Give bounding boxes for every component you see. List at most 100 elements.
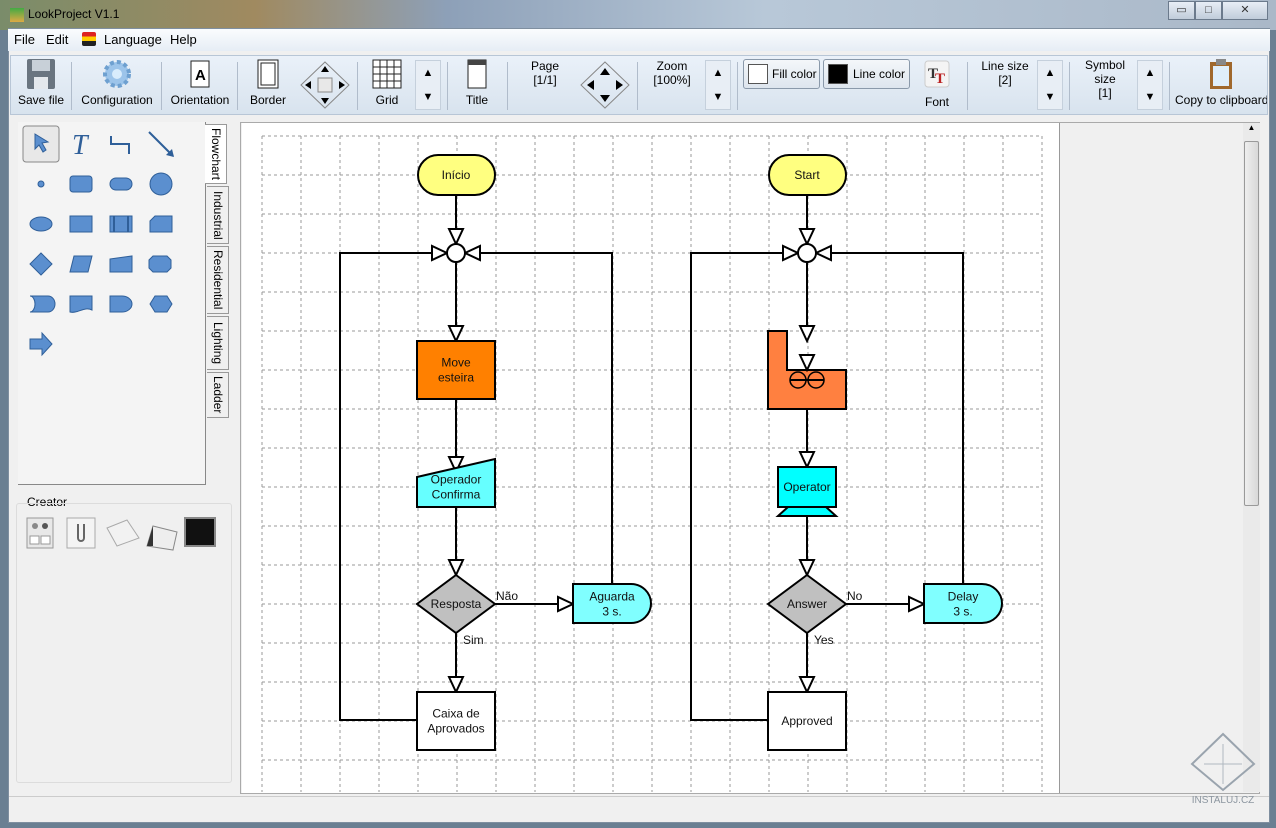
symbol-size-indicator: Symbol size [1] [1084,58,1125,100]
save-file-button[interactable]: Save file [15,58,67,107]
tab-industrial[interactable]: Industrial [207,186,229,244]
up-arrow-icon[interactable]: ▲ [706,61,730,85]
right-loop-right [816,252,964,584]
tool-parallelogram-icon[interactable] [69,255,93,273]
toolbar: Save file Configuration A Orientation Bo… [10,55,1268,115]
tool-rounded-rect-icon[interactable] [69,175,93,193]
tool-arrow-right-icon[interactable] [29,331,53,357]
border-move-arrows[interactable] [299,60,351,110]
left-delay-label: Aguarda [589,590,635,604]
arrowhead [798,451,816,470]
calendar-icon[interactable] [146,525,178,551]
zoom-spinner[interactable]: ▲ ▼ [705,60,731,110]
right-decision-label: Answer [787,597,827,611]
arrowhead [798,354,816,373]
menu-edit[interactable]: Edit [46,32,68,47]
tool-hexagon-icon[interactable] [149,295,173,313]
copy-to-clipboard-button[interactable]: Copy to clipboard [1175,58,1267,107]
tool-ellipse-icon[interactable] [29,216,53,232]
orientation-label: Orientation [170,93,230,107]
font-button[interactable]: TT Font [917,60,957,109]
orientation-icon: A [190,60,210,88]
arrowhead [908,595,927,613]
tool-delay-icon[interactable] [109,295,133,313]
left-no-label: Não [496,589,518,603]
line-size-indicator: Line size [2] [981,59,1029,87]
title-button[interactable]: Title [457,58,497,107]
border-button[interactable]: Border [243,58,293,107]
scrollbar-thumb[interactable] [1244,141,1259,506]
black-screen-icon[interactable] [184,517,216,547]
menu-language[interactable]: Language [104,32,162,47]
tool-rectangle-icon[interactable] [69,215,93,233]
configuration-button[interactable]: Configuration [77,58,157,107]
maximize-button[interactable]: □ [1195,1,1222,20]
down-arrow-icon[interactable]: ▼ [416,85,440,109]
tab-lighting[interactable]: Lighting [207,316,229,370]
right-yes-label: Yes [814,633,834,647]
tool-pill-icon[interactable] [109,177,133,191]
tab-flowchart[interactable]: Flowchart [205,124,227,184]
down-arrow-icon[interactable]: ▼ [1138,85,1162,109]
right-delay-label: Delay [948,590,979,604]
tool-cut-corner-rect-icon[interactable] [149,215,173,233]
flowchart-diagram[interactable]: InícioRespostaNãoSimAguarda3 s.Caixa deA… [240,122,1060,792]
symbol-palette: T [18,122,206,485]
page-navigation-arrows[interactable] [579,60,631,110]
line-size-spinner[interactable]: ▲ ▼ [1037,60,1063,110]
menu-bar: File Edit Language Help [8,29,1270,51]
copy-label: Copy to clipboard [1175,93,1267,107]
arrowhead [447,228,465,247]
up-arrow-icon[interactable]: ▲ [416,61,440,85]
tool-point-icon[interactable] [37,180,45,188]
right-end-label: Approved [781,714,832,728]
fill-color-button[interactable]: Fill color [743,59,820,89]
tool-connector-icon[interactable] [110,136,130,154]
down-arrow-icon[interactable]: ▼ [706,85,730,109]
left-loop-right [465,252,613,584]
app-icon [10,8,24,22]
menu-help[interactable]: Help [170,32,197,47]
left-process-label: esteira [438,371,474,385]
tab-residential[interactable]: Residential [207,246,229,314]
clipboard-icon [1210,59,1232,89]
grid-size-spinner[interactable]: ▲ ▼ [415,60,441,110]
tool-diamond-icon[interactable] [29,252,53,276]
right-operator-label: Operator [783,480,830,494]
zoom-indicator: Zoom [100%] [653,59,691,87]
tool-circle-icon[interactable] [149,172,173,196]
font-icon: TT [924,60,950,88]
arrowhead [431,244,450,262]
tool-manual-input-icon[interactable] [109,255,133,273]
border-icon [257,59,279,89]
menu-file[interactable]: File [14,32,35,47]
up-arrow-icon[interactable]: ▲ [1138,61,1162,85]
notepad-icon[interactable] [106,519,140,547]
attachment-icon[interactable] [66,517,96,549]
right-delay-label: 3 s. [953,605,972,619]
tool-document-icon[interactable] [69,295,93,313]
tool-text-icon[interactable]: T [72,130,90,161]
arrowhead [557,595,576,613]
left-yes-label: Sim [463,633,484,647]
tool-select-arrow-icon[interactable] [22,125,60,163]
tool-hexagon-rounded-icon[interactable] [148,255,172,273]
tool-predefined-process-icon[interactable] [109,215,133,233]
schematic-doc-icon[interactable] [26,517,54,549]
down-arrow-icon[interactable]: ▼ [1038,85,1062,109]
up-arrow-icon[interactable]: ▲ [1038,61,1062,85]
left-process-label: Move [441,356,471,370]
tool-stored-data-icon[interactable] [29,295,56,313]
right-no-label: No [847,589,863,603]
title-block-icon [467,59,487,89]
grid-button[interactable]: Grid [365,58,409,107]
close-button[interactable]: ✕ [1222,1,1268,20]
tool-line-arrow-icon[interactable] [148,131,174,157]
minimize-button[interactable]: ▭ [1168,1,1195,20]
line-color-button[interactable]: Line color [823,59,910,89]
tab-ladder[interactable]: Ladder [207,372,229,418]
orientation-button[interactable]: A Orientation [167,58,233,107]
symbol-size-spinner[interactable]: ▲ ▼ [1137,60,1163,110]
grid-label: Grid [375,93,399,107]
arrowhead [782,244,801,262]
